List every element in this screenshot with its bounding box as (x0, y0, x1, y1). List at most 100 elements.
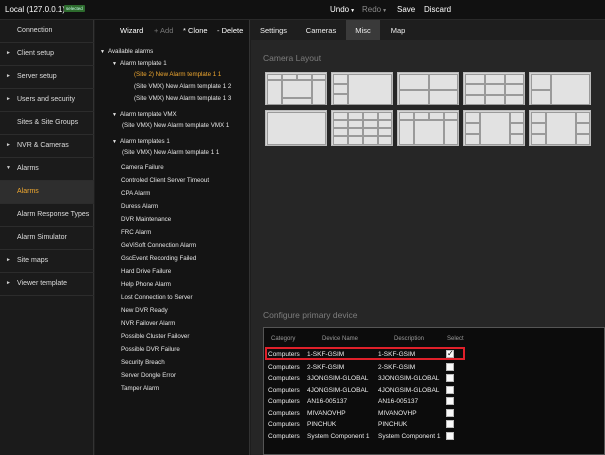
undo-button[interactable]: Undo▼ (330, 5, 355, 14)
cell-description: 3JONGSIM-GLOBAL (378, 375, 440, 382)
alarm-type-item[interactable]: Possible Cluster Failover (121, 333, 189, 340)
cell-category: Computers (268, 433, 300, 440)
alarm-type-item[interactable]: Hard Drive Failure (121, 268, 171, 275)
sidebar-item-users-security[interactable]: ► Users and security (0, 89, 94, 112)
tree-node-root[interactable]: ▼ Available alarms (100, 48, 153, 55)
alarm-type-item[interactable]: Camera Failure (121, 164, 164, 171)
layout-option[interactable] (331, 72, 393, 105)
layout-option[interactable] (265, 72, 327, 105)
sidebar-item-connection[interactable]: Connection (0, 20, 94, 43)
tree-item-selected[interactable]: (Site 2) New Alarm template 1 1 (134, 71, 221, 78)
delete-button[interactable]: - Delete (217, 26, 243, 35)
layout-option[interactable] (529, 110, 591, 146)
save-button[interactable]: Save (397, 5, 415, 14)
column-header-device-name: Device Name (322, 336, 359, 342)
clone-button[interactable]: * Clone (183, 26, 208, 35)
select-checkbox[interactable] (446, 386, 454, 394)
layout-cell (485, 84, 505, 95)
layout-cell (399, 74, 429, 90)
tree-item[interactable]: (Site VMX) New Alarm template 1 3 (134, 95, 231, 102)
tab-misc[interactable]: Misc (346, 20, 380, 40)
sidebar-item-alarm-response-types[interactable]: Alarm Response Types (0, 204, 94, 227)
layout-cell (363, 128, 378, 136)
sidebar-item-nvr-cameras[interactable]: ► NVR & Cameras (0, 135, 94, 158)
tree-item[interactable]: (Site VMX) New Alarm template 1 1 (122, 149, 219, 156)
sidebar-item-alarm-simulator[interactable]: Alarm Simulator (0, 227, 94, 250)
cell-device-name: 4JONGSIM-GLOBAL (307, 387, 369, 394)
layout-cell (485, 95, 505, 105)
column-header-category: Category (271, 336, 296, 342)
sidebar-item-alarms-group[interactable]: ▼ Alarms (0, 158, 94, 181)
alarm-type-item[interactable]: New DVR Ready (121, 307, 168, 314)
alarm-type-item[interactable]: CPA Alarm (121, 190, 150, 197)
expand-arrow-icon: ► (6, 280, 11, 286)
cell-device-name: AN16-005137 (307, 398, 348, 405)
select-checkbox[interactable] (446, 397, 454, 405)
layout-option[interactable] (397, 72, 459, 105)
alarm-type-item[interactable]: Help Phone Alarm (121, 281, 171, 288)
tab-settings[interactable]: Settings (251, 20, 296, 40)
alarm-type-item[interactable]: Server Dongle Error (121, 372, 176, 379)
tree-item[interactable]: (Site VMX) New Alarm template VMX 1 (122, 122, 229, 129)
chevron-down-icon: ▼ (382, 8, 388, 14)
alarm-type-item[interactable]: Controled Client Server Timeout (121, 177, 209, 184)
cell-device-name: PINCHUK (307, 421, 337, 428)
tree-node-template1[interactable]: ▼ Alarm template 1 (112, 60, 167, 67)
select-checkbox[interactable] (446, 420, 454, 428)
redo-button[interactable]: Redo▼ (362, 5, 387, 14)
sidebar-item-server-setup[interactable]: ► Server setup (0, 66, 94, 89)
alarm-type-item[interactable]: Possible DVR Failure (121, 346, 180, 353)
connection-host: Local (127.0.0.1) (5, 5, 66, 14)
sidebar-item-site-maps[interactable]: ► Site maps (0, 250, 94, 273)
sidebar-item-alarms[interactable]: Alarms (0, 181, 94, 204)
configure-device-title: Configure primary device (263, 310, 358, 320)
layout-cell (378, 120, 392, 128)
layout-cell (378, 136, 392, 145)
cell-description: System Component 1 (378, 433, 441, 440)
wizard-button[interactable]: Wizard (120, 26, 143, 35)
alarm-type-item[interactable]: DVR Maintenance (121, 216, 171, 223)
alarm-type-item[interactable]: GeViSoft Connection Alarm (121, 242, 196, 249)
add-button[interactable]: + Add (154, 26, 173, 35)
sidebar-item-label: Site maps (17, 257, 49, 264)
sidebar-item-viewer-template[interactable]: ► Viewer template (0, 273, 94, 296)
alarm-type-item[interactable]: Security Breach (121, 359, 165, 366)
tree-node-template-vmx[interactable]: ▼ Alarm template VMX (112, 111, 177, 118)
layout-cell (531, 112, 546, 123)
layout-cell (348, 136, 363, 145)
select-checkbox[interactable] (446, 363, 454, 371)
alarm-type-item[interactable]: FRC Alarm (121, 229, 151, 236)
layout-cell (267, 112, 326, 145)
layout-option[interactable] (397, 110, 459, 146)
alarm-type-item[interactable]: Lost Connection to Server (121, 294, 193, 301)
sidebar-item-sites[interactable]: Sites & Site Groups (0, 112, 94, 135)
tab-cameras[interactable]: Cameras (297, 20, 345, 40)
alarm-type-item[interactable]: NVR Failover Alarm (121, 320, 175, 327)
alarm-type-item[interactable]: Duress Alarm (121, 203, 158, 210)
select-checkbox[interactable] (446, 374, 454, 382)
layout-option[interactable] (265, 110, 327, 146)
layout-cell (576, 134, 590, 145)
discard-button[interactable]: Discard (424, 5, 451, 14)
layout-cell (551, 74, 590, 105)
tree-node-templates1[interactable]: ▼ Alarm templates 1 (112, 138, 170, 145)
layout-option[interactable] (529, 72, 591, 105)
layout-cell (282, 80, 312, 98)
layout-cell (348, 112, 363, 120)
sidebar-item-label: Alarms (17, 165, 39, 172)
layout-option[interactable] (463, 110, 525, 146)
select-checkbox[interactable] (446, 432, 454, 440)
alarm-type-item[interactable]: GscEvent Recording Failed (121, 255, 196, 262)
layout-cell (333, 128, 348, 136)
layout-option[interactable] (331, 110, 393, 146)
cell-description: MIVANOVHP (378, 410, 417, 417)
sidebar-item-client-setup[interactable]: ► Client setup (0, 43, 94, 66)
layout-cell (546, 112, 576, 145)
tab-map[interactable]: Map (381, 20, 415, 40)
select-checkbox[interactable] (446, 409, 454, 417)
alarm-type-item[interactable]: Tamper Alarm (121, 385, 159, 392)
tree-item[interactable]: (Site VMX) New Alarm template 1 2 (134, 83, 231, 90)
layout-cell (444, 120, 458, 145)
layout-option[interactable] (463, 72, 525, 105)
layout-cell (510, 134, 524, 145)
